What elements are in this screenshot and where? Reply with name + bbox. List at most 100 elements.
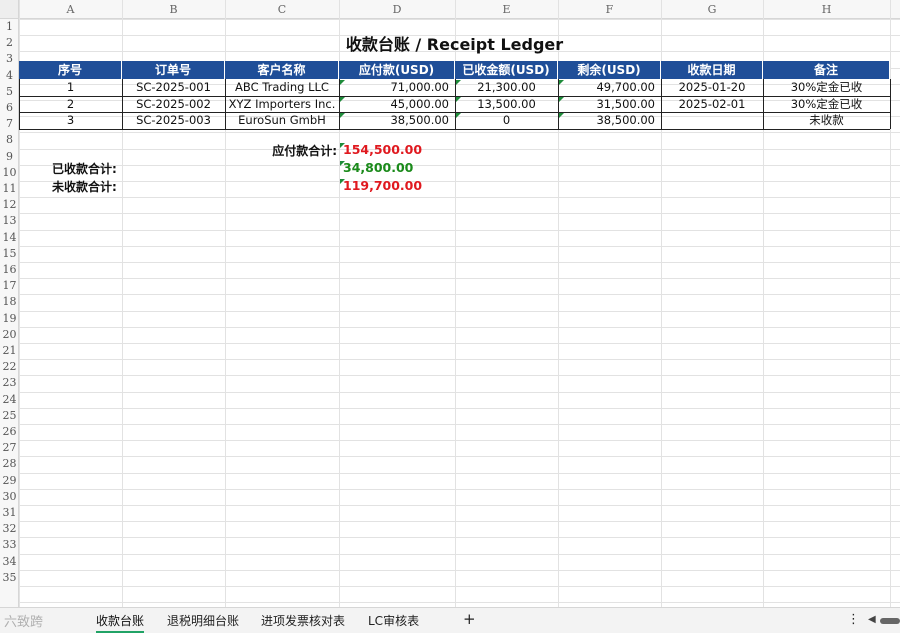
row-header-14[interactable]: 14 xyxy=(0,230,19,246)
table-column-border xyxy=(763,79,764,129)
row-header-17[interactable]: 17 xyxy=(0,278,19,294)
horizontal-scrollbar-thumb[interactable] xyxy=(880,618,900,624)
outstanding-total-value[interactable]: 119,700.00 xyxy=(343,178,422,193)
column-header-c[interactable]: C xyxy=(225,0,339,19)
row-header-21[interactable]: 21 xyxy=(0,343,19,359)
spreadsheet-grid[interactable]: A B C D E F G H 1 2 3 4 5 6 7 8 9 10 11 12 13 14 15 16 17 18 19 20 2… xyxy=(0,0,900,607)
row-header-7[interactable]: 7 xyxy=(0,116,19,132)
row-header-8[interactable]: 8 xyxy=(0,132,19,148)
row-header-15[interactable]: 15 xyxy=(0,246,19,262)
table-cell[interactable]: 未收款 xyxy=(763,112,890,129)
row-header-29[interactable]: 29 xyxy=(0,473,19,489)
row-header-32[interactable]: 32 xyxy=(0,521,19,537)
row-header-25[interactable]: 25 xyxy=(0,408,19,424)
table-cell[interactable]: XYZ Importers Inc. xyxy=(225,96,339,113)
table-cell[interactable]: ABC Trading LLC xyxy=(225,79,339,96)
column-header-a[interactable]: A xyxy=(19,0,122,19)
table-cell[interactable]: 0 xyxy=(455,112,558,129)
table-cell[interactable]: 1 xyxy=(19,79,122,96)
row-header-3[interactable]: 3 xyxy=(0,51,19,67)
column-header-f[interactable]: F xyxy=(558,0,661,19)
row-header-34[interactable]: 34 xyxy=(0,554,19,570)
row-header-19[interactable]: 19 xyxy=(0,311,19,327)
table-cell[interactable]: EuroSun GmbH xyxy=(225,112,339,129)
row-header-26[interactable]: 26 xyxy=(0,424,19,440)
row-gridline xyxy=(19,569,900,571)
column-header-h[interactable]: H xyxy=(763,0,890,19)
table-cell[interactable]: 2025-02-01 xyxy=(661,96,763,113)
row-header-35[interactable]: 35 xyxy=(0,570,19,586)
table-cell[interactable]: 2 xyxy=(19,96,122,113)
row-header-6[interactable]: 6 xyxy=(0,100,19,116)
table-header-4[interactable]: 应付款(USD) xyxy=(339,61,455,80)
table-cell[interactable]: 2025-01-20 xyxy=(661,79,763,96)
table-cell[interactable]: 31,500.00 xyxy=(558,96,661,113)
column-header-e[interactable]: E xyxy=(455,0,558,19)
table-header-5[interactable]: 已收金额(USD) xyxy=(455,61,558,80)
row-gridline xyxy=(19,310,900,312)
row-header-1[interactable]: 1 xyxy=(0,19,19,35)
row-gridline xyxy=(19,197,900,199)
tab-input-invoice-check[interactable]: 进项发票核对表 xyxy=(261,612,345,629)
table-header-7[interactable]: 收款日期 xyxy=(661,61,763,80)
table-header-3[interactable]: 客户名称 xyxy=(225,61,339,80)
row-header-22[interactable]: 22 xyxy=(0,359,19,375)
row-header-10[interactable]: 10 xyxy=(0,165,19,181)
add-sheet-button[interactable]: + xyxy=(463,610,476,628)
table-header-1[interactable]: 序号 xyxy=(19,61,122,80)
table-cell[interactable]: SC-2025-002 xyxy=(122,96,225,113)
table-cell[interactable] xyxy=(661,112,763,129)
row-gridline xyxy=(19,602,900,604)
column-header-b[interactable]: B xyxy=(122,0,225,19)
row-header-12[interactable]: 12 xyxy=(0,197,19,213)
row-header-20[interactable]: 20 xyxy=(0,327,19,343)
row-header-27[interactable]: 27 xyxy=(0,440,19,456)
payable-total-value[interactable]: 154,500.00 xyxy=(343,142,422,157)
table-cell[interactable]: 71,000.00 xyxy=(339,79,455,96)
row-header-24[interactable]: 24 xyxy=(0,392,19,408)
row-header-28[interactable]: 28 xyxy=(0,456,19,472)
row-header-18[interactable]: 18 xyxy=(0,294,19,310)
table-cell[interactable]: 3 xyxy=(19,112,122,129)
row-gridline xyxy=(19,553,900,555)
tab-lc-review[interactable]: LC审核表 xyxy=(368,612,419,629)
number-stored-as-text-marker xyxy=(340,161,345,167)
table-header-8[interactable]: 备注 xyxy=(763,61,890,80)
row-header-16[interactable]: 16 xyxy=(0,262,19,278)
row-gridline xyxy=(19,456,900,458)
table-cell[interactable]: 38,500.00 xyxy=(339,112,455,129)
row-header-33[interactable]: 33 xyxy=(0,537,19,553)
received-total-value[interactable]: 34,800.00 xyxy=(343,160,413,175)
table-column-border xyxy=(455,79,456,129)
tab-tax-refund-ledger[interactable]: 退税明细台账 xyxy=(167,612,239,629)
column-header-g[interactable]: G xyxy=(661,0,763,19)
table-cell[interactable]: 21,300.00 xyxy=(455,79,558,96)
table-cell[interactable]: 49,700.00 xyxy=(558,79,661,96)
table-header-2[interactable]: 订单号 xyxy=(122,61,225,80)
row-header-30[interactable]: 30 xyxy=(0,489,19,505)
row-header-5[interactable]: 5 xyxy=(0,84,19,100)
table-cell[interactable]: 13,500.00 xyxy=(455,96,558,113)
more-options-icon[interactable]: ⋮ xyxy=(847,612,860,627)
tab-receipt-ledger[interactable]: 收款台账 xyxy=(96,612,145,633)
row-header-11[interactable]: 11 xyxy=(0,181,19,197)
number-stored-as-text-marker xyxy=(456,80,461,86)
table-cell[interactable]: SC-2025-003 xyxy=(122,112,225,129)
row-header-13[interactable]: 13 xyxy=(0,213,19,229)
number-stored-as-text-marker xyxy=(340,113,345,119)
row-header-2[interactable]: 2 xyxy=(0,35,19,51)
column-header-d[interactable]: D xyxy=(339,0,455,19)
scroll-left-icon[interactable]: ◀ xyxy=(868,614,876,625)
number-stored-as-text-marker xyxy=(340,143,345,149)
table-cell[interactable]: 30%定金已收 xyxy=(763,96,890,113)
row-header-4[interactable]: 4 xyxy=(0,68,19,84)
table-header-6[interactable]: 剩余(USD) xyxy=(558,61,661,80)
select-all-corner[interactable] xyxy=(0,0,19,19)
table-cell[interactable]: SC-2025-001 xyxy=(122,79,225,96)
row-header-23[interactable]: 23 xyxy=(0,375,19,391)
table-cell[interactable]: 30%定金已收 xyxy=(763,79,890,96)
row-header-31[interactable]: 31 xyxy=(0,505,19,521)
table-cell[interactable]: 45,000.00 xyxy=(339,96,455,113)
table-cell[interactable]: 38,500.00 xyxy=(558,112,661,129)
row-header-9[interactable]: 9 xyxy=(0,149,19,165)
